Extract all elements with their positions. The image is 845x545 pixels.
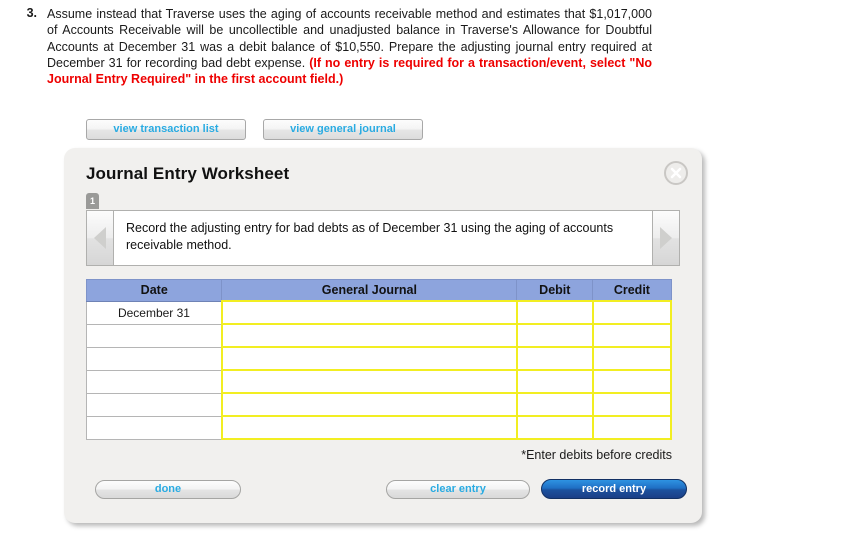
triangle-right-glyph	[660, 227, 672, 249]
panel-title: Journal Entry Worksheet	[86, 164, 290, 183]
close-icon[interactable]	[664, 161, 688, 185]
question-text: Assume instead that Traverse uses the ag…	[47, 0, 660, 87]
table-row	[85, 323, 673, 348]
cell-debit-input[interactable]	[515, 392, 594, 417]
clear-entry-button[interactable]: clear entry	[386, 480, 530, 499]
question-block: 3. Assume instead that Traverse uses the…	[0, 0, 660, 87]
instruction-text: Record the adjusting entry for bad debts…	[113, 210, 653, 266]
journal-entry-worksheet-panel: Journal Entry Worksheet 1 Record the adj…	[64, 148, 702, 523]
table-row: December 31	[85, 300, 673, 325]
cell-credit-input[interactable]	[591, 415, 673, 440]
cell-account-input[interactable]	[220, 392, 518, 417]
cell-credit-input[interactable]	[591, 369, 673, 394]
cell-date	[85, 323, 223, 348]
record-entry-button[interactable]: record entry	[541, 479, 687, 499]
cell-credit-input[interactable]	[591, 300, 673, 325]
toolbar: view transaction list view general journ…	[86, 119, 423, 140]
cell-account-input[interactable]	[220, 346, 518, 371]
column-header-date: Date	[85, 279, 223, 302]
cell-debit-input[interactable]	[515, 323, 594, 348]
cell-debit-input[interactable]	[515, 346, 594, 371]
cell-credit-input[interactable]	[591, 323, 673, 348]
cell-account-input[interactable]	[220, 415, 518, 440]
table-header-row: Date General Journal Debit Credit	[85, 279, 672, 302]
table-row	[85, 369, 673, 394]
table-row	[85, 346, 673, 371]
cell-credit-input[interactable]	[591, 346, 673, 371]
table-row	[85, 392, 673, 417]
cell-account-input[interactable]	[220, 369, 518, 394]
cell-debit-input[interactable]	[515, 300, 594, 325]
cell-date	[85, 369, 223, 394]
view-general-journal-button[interactable]: view general journal	[263, 119, 423, 140]
instruction-navigator: Record the adjusting entry for bad debts…	[86, 210, 680, 266]
next-arrow-icon[interactable]	[653, 210, 680, 266]
journal-entry-table: Date General Journal Debit Credit Decemb…	[85, 279, 673, 440]
worksheet-tab-strip: 1	[86, 193, 99, 209]
cell-credit-input[interactable]	[591, 392, 673, 417]
cell-date	[85, 392, 223, 417]
worksheet-tab-1[interactable]: 1	[86, 193, 99, 209]
column-header-debit: Debit	[516, 279, 594, 302]
table-row	[85, 415, 673, 440]
done-button[interactable]: done	[95, 480, 241, 499]
cell-account-input[interactable]	[220, 300, 518, 325]
cell-debit-input[interactable]	[515, 415, 594, 440]
question-row: 3. Assume instead that Traverse uses the…	[0, 0, 660, 87]
triangle-left-glyph	[94, 227, 106, 249]
question-number: 3.	[26, 6, 37, 20]
column-header-credit: Credit	[592, 279, 672, 302]
cell-date	[85, 415, 223, 440]
footnote-text: *Enter debits before credits	[521, 448, 672, 462]
cell-account-input[interactable]	[220, 323, 518, 348]
column-header-general-journal: General Journal	[221, 279, 518, 302]
cell-date: December 31	[85, 300, 223, 325]
cell-debit-input[interactable]	[515, 369, 594, 394]
previous-arrow-icon[interactable]	[86, 210, 113, 266]
cell-date	[85, 346, 223, 371]
view-transaction-list-button[interactable]: view transaction list	[86, 119, 246, 140]
